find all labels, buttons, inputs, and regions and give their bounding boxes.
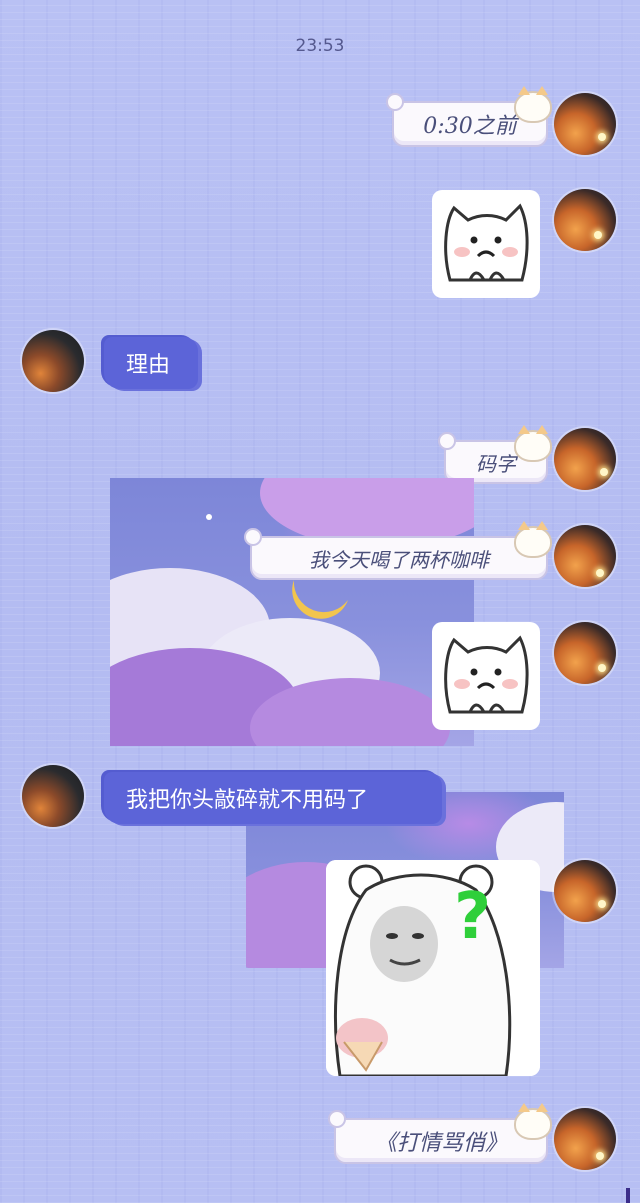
cat-face-icon	[514, 521, 552, 558]
cat-face-icon	[514, 425, 552, 462]
message-text: 理由	[126, 353, 171, 378]
star-icon	[206, 514, 212, 520]
scene-sticker-moon-clouds[interactable]	[110, 478, 474, 746]
chat-timestamp: 23:53	[295, 36, 345, 56]
sad-cat-icon	[444, 203, 529, 282]
bubble-decoration	[386, 93, 404, 111]
message-text: 我今天喝了两杯咖啡	[309, 547, 489, 572]
bubble-decoration	[438, 432, 456, 450]
message-bubble-contact[interactable]: 我把你头敲碎就不用码了	[104, 772, 442, 824]
message-bubble-contact[interactable]: 理由	[104, 337, 198, 389]
message-bubble-self[interactable]: 《打情骂俏》	[328, 1103, 552, 1164]
sticker-cat-sad[interactable]	[432, 622, 540, 730]
avatar-self[interactable]	[554, 93, 616, 155]
scroll-indicator[interactable]	[626, 1188, 630, 1203]
avatar-contact[interactable]	[22, 765, 84, 827]
avatar-self[interactable]	[554, 189, 616, 251]
bubble-decoration	[244, 528, 262, 546]
avatar-self[interactable]	[554, 428, 616, 490]
message-bubble-self[interactable]: 0:30之前	[386, 86, 552, 147]
sad-cat-icon	[444, 635, 529, 714]
bubble-decoration	[328, 1110, 346, 1128]
cat-face-icon	[514, 1103, 552, 1140]
sticker-bear-question[interactable]: ?	[326, 860, 540, 1076]
avatar-self[interactable]	[554, 622, 616, 684]
bear-icon	[326, 860, 540, 1076]
message-text: 我把你头敲碎就不用码了	[126, 788, 369, 813]
sticker-cat-sad[interactable]	[432, 190, 540, 298]
avatar-self[interactable]	[554, 525, 616, 587]
avatar-self[interactable]	[554, 1108, 616, 1170]
message-bubble-self[interactable]: 我今天喝了两杯咖啡	[244, 521, 552, 580]
avatar-self[interactable]	[554, 860, 616, 922]
cat-face-icon	[514, 86, 552, 123]
message-text: 码字	[476, 451, 516, 476]
question-mark-text: ?	[454, 880, 492, 954]
message-text: 0:30之前	[423, 114, 517, 139]
message-text: 《打情骂俏》	[374, 1131, 507, 1156]
avatar-contact[interactable]	[22, 330, 84, 392]
